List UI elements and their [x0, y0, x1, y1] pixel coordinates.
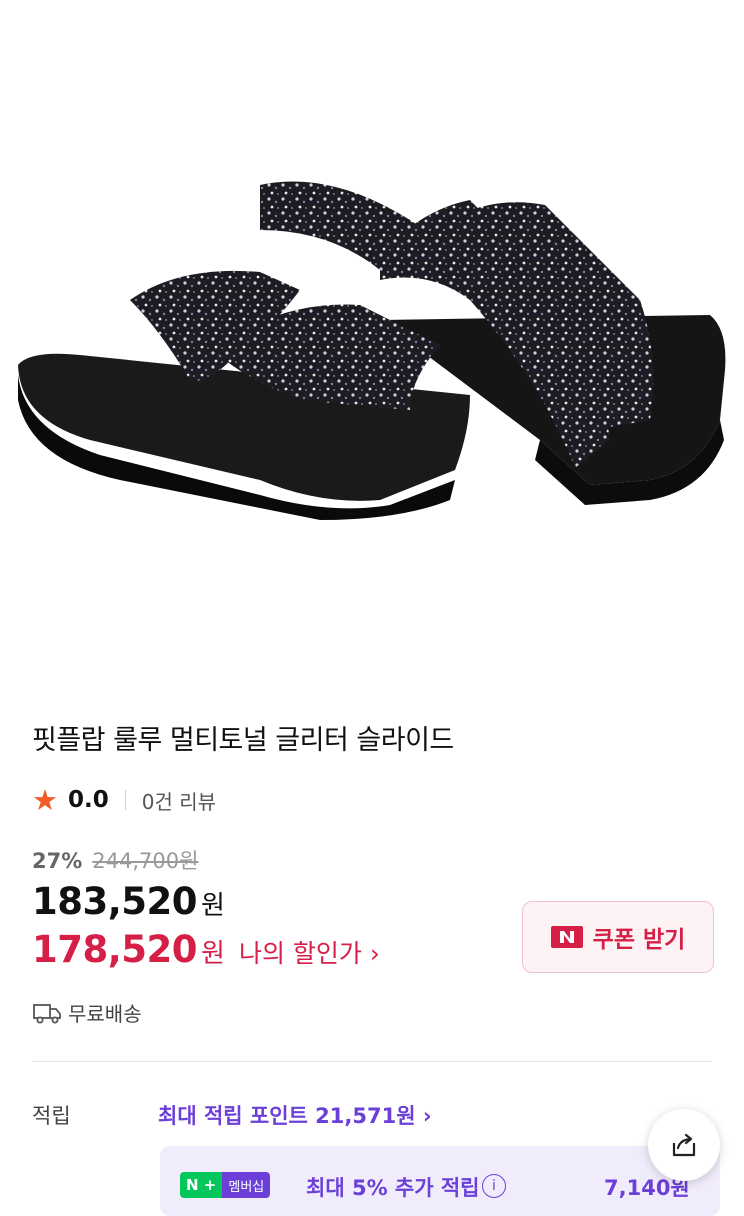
truck-icon — [33, 1003, 61, 1023]
discount-rate: 27% — [32, 849, 83, 873]
points-label: 적립 — [32, 1104, 71, 1128]
naver-plus-badge-left: N + — [180, 1172, 223, 1198]
max-points-link[interactable]: 최대 적립 포인트 21,571원 › — [158, 1100, 432, 1130]
rating-value: 0.0 — [68, 787, 109, 813]
rating-row: ★ 0.0 0건 리뷰 — [32, 785, 216, 815]
naver-n-icon — [550, 926, 583, 948]
naver-plus-badge-right: 멤버십 — [222, 1172, 271, 1198]
my-price-unit: 원 — [201, 939, 225, 969]
naver-plus-badge: N + 멤버십 — [180, 1172, 271, 1198]
share-button[interactable] — [648, 1109, 720, 1181]
my-discount-link[interactable]: 나의 할인가 › — [239, 934, 380, 970]
original-price: 244,700원 — [92, 849, 199, 873]
divider — [124, 790, 126, 810]
share-icon — [672, 1133, 696, 1157]
star-icon: ★ — [32, 783, 58, 817]
price-row: 183,520 원 — [32, 880, 225, 923]
review-count-link[interactable]: 0건 리뷰 — [142, 786, 216, 815]
my-price-row: 178,520 원 나의 할인가 › — [32, 928, 380, 971]
discount-row: 27% 244,700원 — [32, 845, 198, 875]
info-icon[interactable]: i — [482, 1174, 506, 1198]
coupon-button[interactable]: 쿠폰 받기 — [522, 901, 714, 973]
membership-text: 최대 5% 추가 적립 — [306, 1176, 480, 1200]
section-divider — [32, 1061, 712, 1062]
coupon-label: 쿠폰 받기 — [592, 927, 686, 953]
product-title: 핏플랍 룰루 멀티토널 글리터 슬라이드 — [32, 725, 454, 756]
membership-box[interactable]: N + 멤버십 최대 5% 추가 적립 i 7,140원 — [160, 1146, 720, 1216]
my-discount-price: 178,520 — [32, 928, 198, 971]
product-image — [0, 0, 744, 680]
shipping-label: 무료배송 — [68, 1002, 142, 1026]
shipping-row: 무료배송 — [32, 998, 142, 1027]
sale-price: 183,520 — [32, 880, 198, 923]
price-unit: 원 — [201, 891, 225, 921]
